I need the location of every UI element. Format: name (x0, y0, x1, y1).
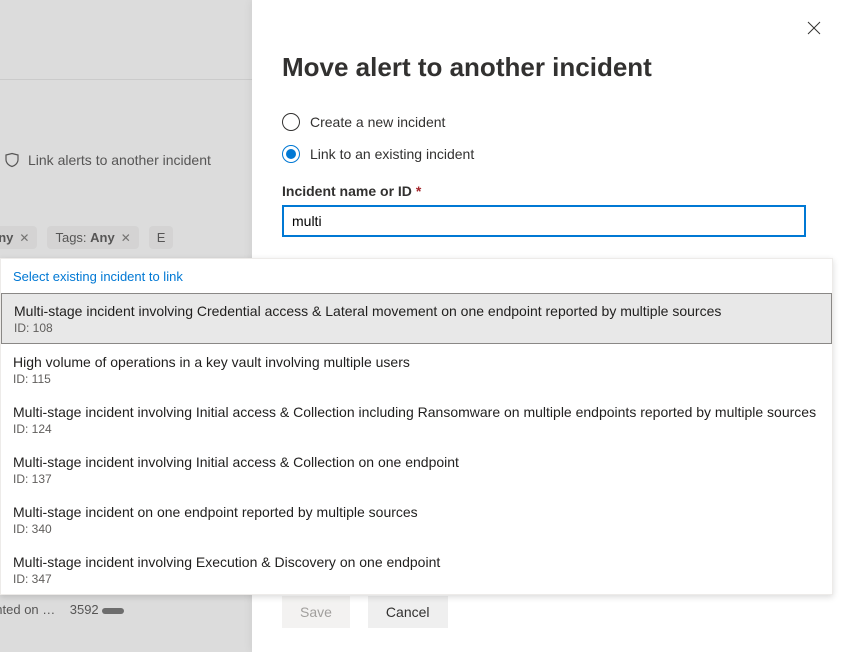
close-icon (807, 21, 821, 35)
suggestion-id: ID: 115 (13, 372, 820, 386)
panel-title: Move alert to another incident (282, 52, 842, 83)
radio-link-existing-incident[interactable]: Link to an existing incident (282, 145, 842, 163)
suggestion-title: Multi-stage incident involving Initial a… (13, 454, 820, 470)
suggestion-title: Multi-stage incident involving Credentia… (14, 303, 819, 319)
incident-name-field-label: Incident name or ID * (282, 183, 842, 199)
suggestion-item[interactable]: Multi-stage incident involving Credentia… (1, 293, 832, 344)
suggestion-id: ID: 137 (13, 472, 820, 486)
suggestion-id: ID: 108 (14, 321, 819, 335)
suggestion-title: Multi-stage incident involving Initial a… (13, 404, 820, 420)
radio-label: Link to an existing incident (310, 146, 474, 162)
dropdown-header: Select existing incident to link (1, 259, 832, 294)
cancel-button[interactable]: Cancel (368, 596, 448, 628)
suggestion-title: Multi-stage incident involving Execution… (13, 554, 820, 570)
suggestion-item[interactable]: Multi-stage incident involving Initial a… (1, 444, 832, 494)
radio-create-new-incident[interactable]: Create a new incident (282, 113, 842, 131)
suggestion-id: ID: 124 (13, 422, 820, 436)
required-mark: * (416, 183, 421, 199)
save-button[interactable]: Save (282, 596, 350, 628)
suggestion-item[interactable]: Multi-stage incident involving Initial a… (1, 394, 832, 444)
suggestion-id: ID: 340 (13, 522, 820, 536)
link-option-radiogroup: Create a new incident Link to an existin… (282, 113, 842, 163)
incident-search-input[interactable] (282, 205, 806, 237)
suggestion-item[interactable]: Multi-stage incident on one endpoint rep… (1, 494, 832, 544)
suggestion-title: Multi-stage incident on one endpoint rep… (13, 504, 820, 520)
incident-suggestions-dropdown: Select existing incident to link Multi-s… (0, 258, 833, 595)
radio-label: Create a new incident (310, 114, 445, 130)
suggestion-id: ID: 347 (13, 572, 820, 586)
suggestion-item[interactable]: Multi-stage incident involving Execution… (1, 544, 832, 594)
suggestion-title: High volume of operations in a key vault… (13, 354, 820, 370)
radio-icon (282, 113, 300, 131)
close-button[interactable] (802, 16, 826, 40)
suggestion-item[interactable]: High volume of operations in a key vault… (1, 344, 832, 394)
radio-icon (282, 145, 300, 163)
